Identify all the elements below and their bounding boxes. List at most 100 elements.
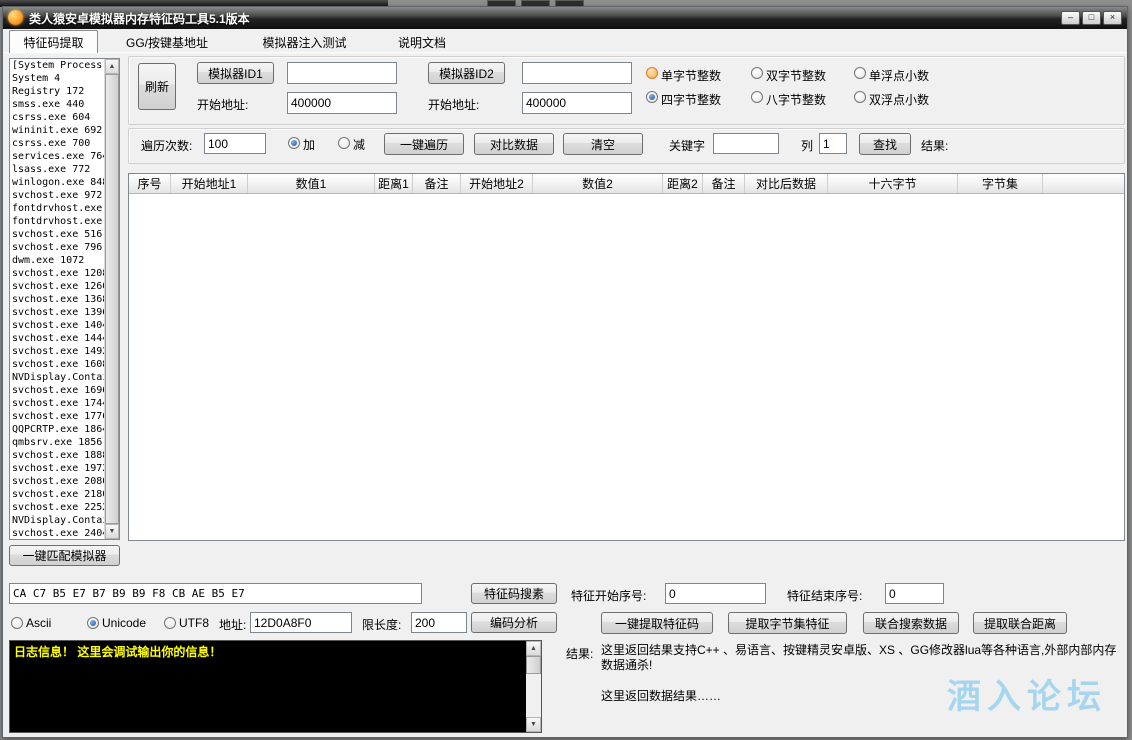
- process-list-item[interactable]: svchost.exe 1208: [10, 267, 105, 280]
- maximize-icon[interactable]: □: [1082, 11, 1101, 25]
- radio-byte-int[interactable]: [646, 67, 658, 79]
- col-header-note1[interactable]: 备注: [413, 174, 461, 193]
- encode-analyze-button[interactable]: 编码分析: [471, 612, 557, 633]
- process-list-item[interactable]: NVDisplay.Contai: [10, 514, 105, 527]
- process-list-item[interactable]: svchost.exe 516: [10, 228, 105, 241]
- radio-add[interactable]: [288, 137, 300, 149]
- col-header-value1[interactable]: 数值1: [248, 174, 375, 193]
- signature-search-button[interactable]: 特征码搜素: [471, 583, 557, 604]
- joint-search-button[interactable]: 联合搜索数据: [863, 612, 959, 634]
- process-list-item[interactable]: fontdrvhost.exe: [10, 215, 105, 228]
- radio-double[interactable]: [854, 91, 866, 103]
- process-list-item[interactable]: winlogon.exe 848: [10, 176, 105, 189]
- tab-signature-extract[interactable]: 特征码提取: [9, 30, 98, 53]
- extract-byte-set-button[interactable]: 提取字节集特征: [728, 612, 847, 634]
- process-list-item[interactable]: fontdrvhost.exe: [10, 202, 105, 215]
- emulator-id1-button[interactable]: 模拟器ID1: [197, 62, 274, 84]
- emulator-id2-button[interactable]: 模拟器ID2: [428, 62, 505, 84]
- process-list-item[interactable]: svchost.exe 1404: [10, 319, 105, 332]
- process-list-item[interactable]: svchost.exe 1396: [10, 306, 105, 319]
- process-list-item[interactable]: svchost.exe 2404: [10, 527, 105, 540]
- signature-end-index-input[interactable]: [885, 583, 944, 604]
- process-list-item[interactable]: csrss.exe 700: [10, 137, 105, 150]
- log-scroll-down-icon[interactable]: ▼: [526, 717, 541, 732]
- col-header-byte-set[interactable]: 字节集: [958, 174, 1043, 193]
- process-list-item[interactable]: QQPCRTP.exe 1864: [10, 423, 105, 436]
- process-list-item[interactable]: svchost.exe 1444: [10, 332, 105, 345]
- scroll-down-icon[interactable]: ▼: [105, 524, 119, 539]
- process-list-item[interactable]: Registry 172: [10, 85, 105, 98]
- process-list-item[interactable]: svchost.exe 1368: [10, 293, 105, 306]
- clear-button[interactable]: 清空: [563, 133, 643, 155]
- tab-docs[interactable]: 说明文档: [373, 32, 471, 53]
- find-button[interactable]: 查找: [859, 133, 911, 155]
- extract-signature-button[interactable]: 一键提取特征码: [601, 612, 713, 634]
- column-input[interactable]: [819, 133, 847, 154]
- process-list-item[interactable]: svchost.exe 972: [10, 189, 105, 202]
- address-input[interactable]: [250, 612, 352, 633]
- process-list-scrollbar[interactable]: ▲ ▼: [104, 59, 119, 539]
- minimize-icon[interactable]: –: [1061, 11, 1080, 25]
- refresh-button[interactable]: 刷新: [138, 63, 176, 110]
- process-list-item[interactable]: NVDisplay.Contai: [10, 371, 105, 384]
- tab-emulator-inject-test[interactable]: 模拟器注入测试: [236, 32, 373, 53]
- titlebar[interactable]: 类人猿安卓模拟器内存特征码工具5.1版本 – □ ×: [3, 7, 1127, 29]
- radio-dword-int[interactable]: [646, 91, 658, 103]
- signature-start-index-input[interactable]: [665, 583, 766, 604]
- process-list-item[interactable]: svchost.exe 2180: [10, 488, 105, 501]
- radio-utf8[interactable]: [164, 617, 176, 629]
- process-list-item[interactable]: svchost.exe 2252: [10, 501, 105, 514]
- col-header-note2[interactable]: 备注: [703, 174, 745, 193]
- process-list-item[interactable]: svchost.exe 796: [10, 241, 105, 254]
- log-scroll-up-icon[interactable]: ▲: [526, 641, 541, 656]
- col-header-hex-bytes[interactable]: 十六字节: [828, 174, 958, 193]
- process-list-item[interactable]: svchost.exe 1744: [10, 397, 105, 410]
- col-header-start-addr2[interactable]: 开始地址2: [461, 174, 533, 193]
- process-list-item[interactable]: services.exe 764: [10, 150, 105, 163]
- signature-hex-input[interactable]: [9, 583, 422, 604]
- process-list-item[interactable]: svchost.exe 1972: [10, 462, 105, 475]
- process-list-item[interactable]: svchost.exe 1608: [10, 358, 105, 371]
- process-list-item[interactable]: svchost.exe 1888: [10, 449, 105, 462]
- process-list-item[interactable]: [System Process]: [10, 59, 105, 72]
- col-header-value2[interactable]: 数值2: [533, 174, 663, 193]
- scroll-up-icon[interactable]: ▲: [105, 59, 119, 74]
- match-emulator-button[interactable]: 一键匹配模拟器: [9, 545, 120, 566]
- process-list-item[interactable]: dwm.exe 1072: [10, 254, 105, 267]
- close-icon[interactable]: ×: [1103, 11, 1122, 25]
- process-list-item[interactable]: lsass.exe 772: [10, 163, 105, 176]
- log-scrollbar-thumb[interactable]: [526, 656, 541, 674]
- process-list-item[interactable]: csrss.exe 604: [10, 111, 105, 124]
- radio-ascii[interactable]: [11, 617, 23, 629]
- process-list[interactable]: [System Process]System 4Registry 172smss…: [9, 58, 120, 540]
- start-address2-input[interactable]: [522, 92, 632, 114]
- process-list-item[interactable]: svchost.exe 1696: [10, 384, 105, 397]
- col-header-distance2[interactable]: 距离2: [663, 174, 703, 193]
- process-list-item[interactable]: svchost.exe 1776: [10, 410, 105, 423]
- process-list-item[interactable]: qmbsrv.exe 1856: [10, 436, 105, 449]
- keyword-input[interactable]: [713, 133, 779, 154]
- radio-unicode[interactable]: [87, 617, 99, 629]
- radio-word-int[interactable]: [751, 67, 763, 79]
- start-address1-input[interactable]: [287, 92, 397, 114]
- process-list-item[interactable]: smss.exe 440: [10, 98, 105, 111]
- col-header-compared-data[interactable]: 对比后数据: [745, 174, 828, 193]
- length-limit-input[interactable]: [411, 612, 467, 633]
- log-scrollbar[interactable]: ▲ ▼: [526, 641, 541, 732]
- traverse-times-input[interactable]: [204, 133, 266, 154]
- process-list-item[interactable]: svchost.exe 1260: [10, 280, 105, 293]
- process-list-item[interactable]: System 4: [10, 72, 105, 85]
- scrollbar-thumb[interactable]: [105, 74, 119, 524]
- col-header-distance1[interactable]: 距离1: [375, 174, 413, 193]
- col-header-index[interactable]: 序号: [129, 174, 171, 193]
- tab-gg-base-address[interactable]: GG/按键基地址: [98, 32, 236, 53]
- radio-float[interactable]: [854, 67, 866, 79]
- emulator-id1-input[interactable]: [287, 62, 397, 84]
- radio-subtract[interactable]: [338, 137, 350, 149]
- traverse-button[interactable]: 一键遍历: [384, 133, 464, 155]
- process-list-item[interactable]: wininit.exe 692: [10, 124, 105, 137]
- process-list-item[interactable]: svchost.exe 2080: [10, 475, 105, 488]
- col-header-start-addr1[interactable]: 开始地址1: [171, 174, 248, 193]
- emulator-id2-input[interactable]: [522, 62, 632, 84]
- process-list-item[interactable]: svchost.exe 1492: [10, 345, 105, 358]
